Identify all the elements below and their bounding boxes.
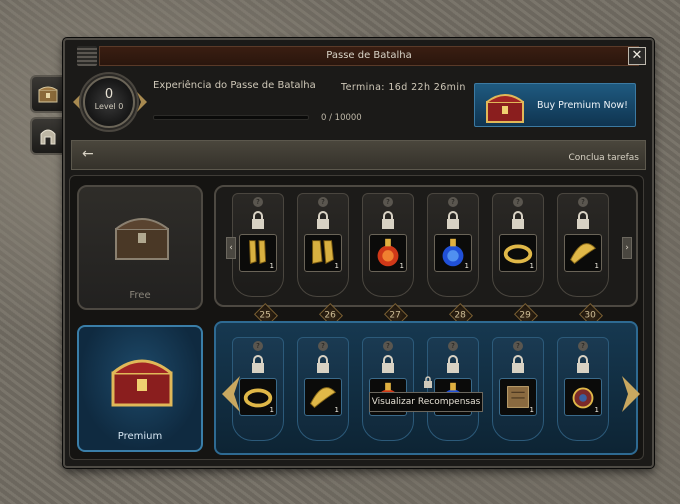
free-reward-row: ? 1? 1? 1? 1? 1? 1 — [214, 185, 638, 307]
free-reward-slot[interactable]: ? 1 — [232, 193, 284, 297]
window-title[interactable]: Passe de Batalha — [99, 46, 639, 66]
free-track-card: Free — [77, 185, 203, 310]
info-icon[interactable]: ? — [253, 197, 263, 207]
lock-icon — [252, 355, 264, 373]
lock-icon — [382, 355, 394, 373]
info-icon[interactable]: ? — [253, 341, 263, 351]
buy-premium-label: Buy Premium Now! — [537, 100, 628, 111]
reward-quantity: 1 — [399, 262, 404, 270]
info-icon[interactable]: ? — [448, 197, 458, 207]
scroll-left-button[interactable]: ‹ — [226, 237, 236, 259]
lock-icon — [512, 211, 524, 229]
gold-boots-icon[interactable]: 1 — [304, 234, 342, 272]
lock-icon — [382, 211, 394, 229]
lock-icon — [317, 355, 329, 373]
info-icon[interactable]: ? — [448, 341, 458, 351]
gold-ring-icon[interactable]: 1 — [239, 378, 277, 416]
lock-icon — [577, 211, 589, 229]
premium-chest-icon — [111, 359, 173, 407]
treasure-chest-icon — [38, 86, 58, 103]
sidebar-tab-battle-pass[interactable] — [30, 75, 66, 113]
reward-quantity: 1 — [334, 262, 339, 270]
reward-quantity: 1 — [334, 406, 339, 414]
gold-gloves-icon[interactable]: 1 — [239, 234, 277, 272]
lock-icon — [252, 211, 264, 229]
premium-left-arrow-icon[interactable] — [220, 374, 242, 414]
info-icon[interactable]: ? — [513, 197, 523, 207]
sidebar-tab-helmet[interactable] — [30, 117, 66, 155]
back-arrow-icon[interactable]: ← — [82, 146, 94, 162]
free-reward-slot[interactable]: ? 1 — [297, 193, 349, 297]
level-badge: 0 Level 0 — [83, 76, 135, 128]
reward-quantity: 1 — [529, 406, 534, 414]
level-value: 0 — [104, 87, 114, 102]
premium-track-card[interactable]: Premium — [77, 325, 203, 452]
reward-quantity: 1 — [464, 262, 469, 270]
close-button[interactable]: ✕ — [628, 47, 646, 65]
premium-chest-icon — [486, 94, 524, 123]
free-reward-slot[interactable]: ? 1 — [362, 193, 414, 297]
lock-icon — [577, 355, 589, 373]
info-icon[interactable]: ? — [383, 341, 393, 351]
info-icon[interactable]: ? — [513, 341, 523, 351]
blue-potion-icon[interactable]: 1 — [434, 234, 472, 272]
task-bar: ← Conclua tarefas — [71, 140, 646, 170]
premium-reward-slot[interactable]: ?1 — [427, 337, 479, 441]
premium-reward-slot[interactable]: ?1 — [557, 337, 609, 441]
buy-premium-button[interactable]: Buy Premium Now! — [474, 83, 636, 127]
gold-ring-icon[interactable]: 1 — [499, 234, 537, 272]
reward-quantity: 1 — [594, 262, 599, 270]
gold-bracelet-icon[interactable]: 1 — [304, 378, 342, 416]
lock-icon — [317, 211, 329, 229]
reward-quantity: 1 — [594, 406, 599, 414]
window-drag-handle[interactable] — [77, 46, 97, 66]
lock-icon — [447, 355, 459, 373]
scroll-right-button[interactable]: › — [622, 237, 632, 259]
helmet-icon — [40, 129, 56, 145]
info-icon[interactable]: ? — [578, 197, 588, 207]
left-wing-ornament — [73, 92, 83, 112]
amulet-icon[interactable]: 1 — [564, 378, 602, 416]
premium-reward-row: ?1?1?1?1?1?1 — [214, 321, 638, 455]
level-label: Level 0 — [94, 102, 124, 111]
free-reward-slot[interactable]: ? 1 — [557, 193, 609, 297]
lock-icon — [512, 355, 524, 373]
premium-reward-slot[interactable]: ?1 — [362, 337, 414, 441]
task-text: Conclua tarefas — [568, 153, 639, 163]
terminates-timer: Termina: 16d 22h 26min — [341, 82, 466, 93]
experience-progress-bar — [153, 115, 309, 120]
free-label: Free — [129, 290, 151, 301]
premium-reward-slot[interactable]: ?1 — [492, 337, 544, 441]
scroll-icon[interactable]: 1 — [499, 378, 537, 416]
view-rewards-tooltip: Visualizar Recompensas — [369, 392, 483, 412]
lock-icon — [424, 376, 432, 388]
info-icon[interactable]: ? — [383, 197, 393, 207]
red-potion-icon[interactable]: 1 — [369, 234, 407, 272]
experience-title: Experiência do Passe de Batalha — [153, 80, 316, 91]
wooden-chest-icon — [115, 218, 169, 260]
right-wing-ornament — [137, 92, 147, 112]
progress-text: 0 / 10000 — [321, 113, 362, 123]
lock-icon — [447, 211, 459, 229]
reward-quantity: 1 — [269, 262, 274, 270]
gold-bracelet-icon[interactable]: 1 — [564, 234, 602, 272]
free-reward-slot[interactable]: ? 1 — [492, 193, 544, 297]
premium-label: Premium — [117, 431, 163, 442]
info-icon[interactable]: ? — [318, 197, 328, 207]
premium-reward-slot[interactable]: ?1 — [297, 337, 349, 441]
info-icon[interactable]: ? — [318, 341, 328, 351]
free-reward-slot[interactable]: ? 1 — [427, 193, 479, 297]
reward-quantity: 1 — [269, 406, 274, 414]
premium-right-arrow-icon[interactable] — [620, 374, 642, 414]
info-icon[interactable]: ? — [578, 341, 588, 351]
reward-quantity: 1 — [529, 262, 534, 270]
